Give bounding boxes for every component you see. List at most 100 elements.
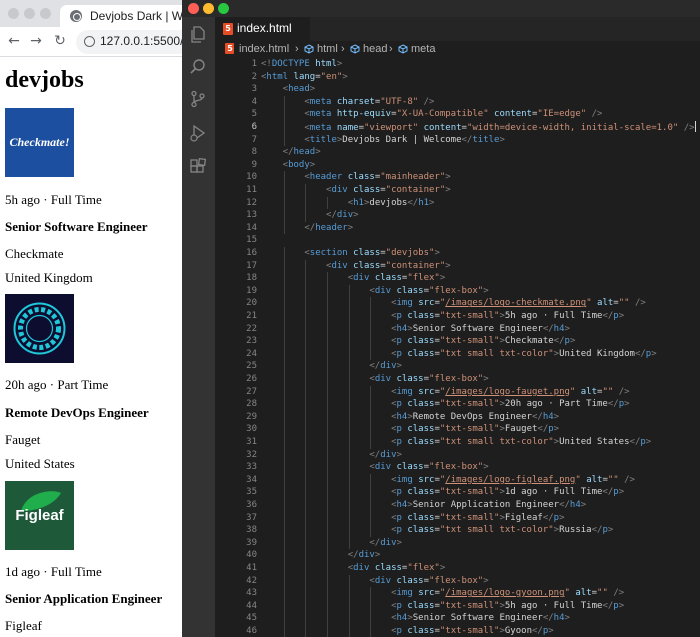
code-line[interactable]: <img src="/images/logo-gyoon.png" alt=""… [261, 587, 624, 600]
checkmate-logo-text: Checkmate! [9, 135, 70, 149]
code-token: alt [597, 298, 614, 309]
code-line[interactable]: <h4>Senior Software Engineer</h4> [261, 323, 570, 336]
code-line[interactable]: <h4>Senior Software Engineer</h4> [261, 612, 570, 625]
line-number: 26 [246, 374, 257, 384]
code-line[interactable]: <h4>Remote DevOps Engineer</h4> [261, 411, 559, 424]
code-line[interactable]: <div class="flex-box"> [261, 285, 488, 298]
extensions-icon[interactable] [189, 158, 207, 176]
files-icon[interactable] [189, 26, 207, 44]
code-token: h4 [396, 613, 408, 624]
code-line[interactable]: <p class="txt small txt-color">United Ki… [261, 348, 657, 361]
code-token: "flex" [407, 563, 440, 573]
code-token: > [439, 273, 446, 284]
breadcrumb-item-meta[interactable]: meta [411, 43, 435, 55]
window-zoom-button[interactable] [40, 8, 51, 19]
code-line[interactable]: <div class="container"> [261, 260, 451, 273]
code-line[interactable]: <img src="/images/logo-figleaf.png" alt=… [261, 474, 635, 487]
code-token: > [645, 437, 652, 447]
code-token: class [407, 348, 435, 359]
code-token: /images/logo-figleaf.png [445, 474, 576, 485]
code-line[interactable]: <div class="flex-box"> [261, 575, 488, 588]
job-meta: 5h ago · Full Time [5, 192, 102, 207]
code-token: > [309, 84, 316, 95]
line-number: 11 [246, 185, 257, 195]
code-line[interactable]: <p class="txt-small">1d ago · Full Time<… [261, 486, 624, 499]
code-token: Russia [559, 525, 592, 536]
code-line[interactable]: <!DOCTYPE html> [261, 58, 342, 71]
code-line[interactable]: <div class="flex"> [261, 562, 446, 575]
code-token: "container" [385, 260, 446, 271]
code-line[interactable]: <div class="flex-box"> [261, 461, 488, 474]
job-title: Senior Application Engineer [5, 591, 163, 606]
code-line[interactable]: <h4>Senior Application Engineer</h4> [261, 499, 586, 512]
code-line[interactable]: <p class="txt small txt-color">United St… [261, 436, 651, 449]
code-line[interactable]: <meta name="viewport" content="width=dev… [261, 121, 696, 135]
code-token: "width=device-width, initial-scale=1.0" [466, 123, 679, 133]
window-close-button[interactable] [8, 8, 19, 19]
code-line[interactable]: </div> [261, 549, 381, 562]
code-line[interactable]: <body> [261, 159, 316, 172]
code-token: > [564, 613, 570, 624]
code-line[interactable]: <head> [261, 83, 316, 96]
code-line[interactable]: <p class="txt-small">5h ago · Full Time<… [261, 310, 624, 323]
code-line[interactable]: <p class="txt-small">5h ago · Full Time<… [261, 600, 624, 613]
code-line[interactable]: <img src="/images/logo-checkmate.png" al… [261, 297, 646, 310]
editor-tab-index-html[interactable]: index.html [215, 17, 310, 41]
code-line[interactable]: <p class="txt-small">Gyoon</p> [261, 625, 554, 637]
code-token: Senior Software Engineer [412, 323, 543, 334]
code-line[interactable]: </div> [261, 209, 359, 222]
code-line[interactable]: <section class="devjobs"> [261, 247, 440, 260]
editor-minimize-button[interactable] [203, 3, 214, 14]
code-line[interactable]: <meta http-equiv="X-UA-Compatible" conte… [261, 108, 602, 121]
code-line[interactable]: </head> [261, 146, 321, 159]
window-minimize-button[interactable] [24, 8, 35, 19]
search-icon[interactable] [189, 58, 207, 76]
code-token: 5h ago · Full Time [504, 600, 603, 611]
code-line[interactable]: <p class="txt-small">Figleaf</p> [261, 512, 564, 525]
code-token: > [618, 487, 625, 498]
code-line[interactable]: <p class="txt-small">Checkmate</p> [261, 335, 575, 348]
code-line[interactable]: <img src="/images/logo-fauget.png" alt="… [261, 386, 629, 399]
code-token: > [434, 248, 440, 258]
code-token: Senior Application Engineer [412, 500, 560, 510]
breadcrumb-item-file[interactable]: index.html [239, 43, 289, 55]
globe-icon [70, 10, 82, 22]
code-line[interactable]: <div class="flex-box"> [261, 373, 488, 386]
code-line[interactable]: <h1>devjobs</h1> [261, 197, 435, 210]
source-control-icon[interactable] [189, 90, 207, 108]
code-line[interactable]: <title>Devjobs Dark | Welcome</title> [261, 134, 505, 147]
code-token: div [380, 537, 397, 548]
editor-close-button[interactable] [188, 3, 199, 14]
code-token: "container" [385, 185, 446, 195]
code-line[interactable]: <div class="flex"> [261, 272, 446, 285]
forward-arrow-icon[interactable]: → [26, 31, 46, 51]
fauget-logo [5, 294, 74, 363]
code-token: img [396, 588, 413, 599]
site-info-icon[interactable] [84, 36, 95, 47]
reload-icon[interactable]: ↻ [50, 31, 70, 51]
address-url[interactable]: 127.0.0.1:5500/index.html [100, 34, 182, 48]
code-editor[interactable]: 1 <!DOCTYPE html> 2 <html lang="en"> 3 <head>… [215, 57, 700, 637]
breadcrumb-item-html[interactable]: html [317, 43, 338, 55]
address-bar[interactable]: 127.0.0.1:5500/index.html [76, 30, 182, 54]
code-line[interactable]: <header class="mainheader"> [261, 171, 450, 184]
line-number: 16 [246, 248, 257, 258]
back-arrow-icon[interactable]: ← [4, 31, 24, 51]
code-line[interactable]: <div class="container"> [261, 184, 451, 197]
code-line[interactable]: </div> [261, 537, 402, 550]
code-line[interactable]: </header> [261, 222, 353, 235]
breadcrumb-item-head[interactable]: head [363, 43, 387, 55]
code-token: </ [461, 134, 473, 145]
editor-zoom-button[interactable] [218, 3, 229, 14]
code-token: "txt-small" [439, 626, 500, 636]
code-line[interactable]: <meta charset="UTF-8" /> [261, 96, 434, 109]
code-line[interactable]: <p class="txt-small">20h ago · Part Time… [261, 398, 629, 411]
code-line[interactable]: </div> [261, 449, 402, 462]
html5-icon [225, 43, 235, 55]
code-line[interactable]: <p class="txt-small">Fauget</p> [261, 423, 559, 436]
browser-tab[interactable]: Devjobs Dark | Welcome [60, 5, 182, 27]
code-line[interactable]: <html lang="en"> [261, 71, 348, 84]
code-line[interactable]: </div> [261, 360, 402, 373]
run-debug-icon[interactable] [189, 124, 207, 142]
code-line[interactable]: <p class="txt small txt-color">Russia</p… [261, 524, 613, 537]
